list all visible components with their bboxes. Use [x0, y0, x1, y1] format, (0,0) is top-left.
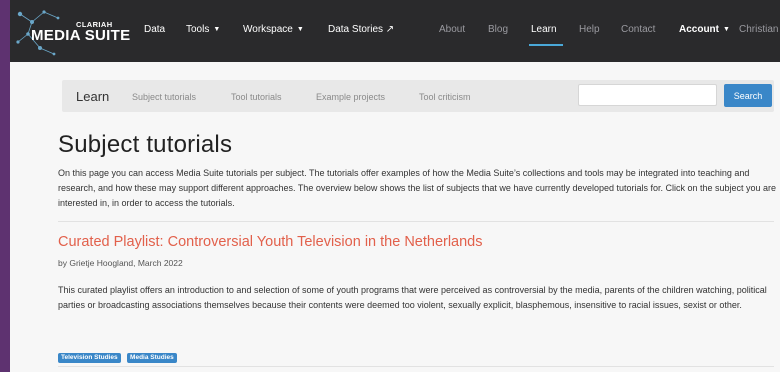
subnav-link-subject-tutorials[interactable]: Subject tutorials: [132, 92, 196, 102]
nav-item-label: Workspace: [243, 24, 293, 35]
search-button[interactable]: Search: [724, 84, 772, 107]
page-title: Subject tutorials: [58, 131, 233, 158]
logo-text-media-suite: MEDIA SUITE: [31, 27, 131, 44]
nav-item-about[interactable]: About: [439, 24, 465, 35]
divider: [58, 221, 774, 222]
caret-down-icon: ▼: [213, 26, 221, 33]
nav-item-label: Tools: [186, 24, 210, 35]
app-frame: CLARIAH MEDIA SUITE Data Tools ▼ Workspac…: [10, 0, 780, 372]
tutorial-tags: Television Studies Media Studies: [58, 346, 179, 363]
nav-item-label: Christian: [739, 24, 779, 35]
page-intro: On this page you can access Media Suite …: [58, 168, 777, 208]
nav-item-help[interactable]: Help: [579, 24, 600, 35]
nav-item-label: Contact: [621, 24, 656, 35]
nav-item-learn[interactable]: Learn: [531, 24, 557, 35]
nav-item-label: Help: [579, 24, 600, 35]
subnav-link-example-projects[interactable]: Example projects: [316, 92, 385, 102]
subnav-title: Learn: [76, 89, 110, 104]
tag-media-studies[interactable]: Media Studies: [127, 353, 177, 363]
caret-down-icon: ▼: [296, 26, 304, 33]
tutorial-description: This curated playlist offers an introduc…: [58, 285, 767, 310]
nav-item-label: About: [439, 24, 466, 35]
nav-item-data-stories[interactable]: Data Stories ↗: [328, 24, 394, 35]
divider: [58, 366, 774, 367]
nav-item-label: Data Stories ↗: [328, 24, 395, 35]
nav-item-contact[interactable]: Contact: [621, 24, 655, 35]
active-nav-underline: [529, 44, 563, 46]
media-suite-logo[interactable]: CLARIAH MEDIA SUITE: [10, 0, 138, 62]
subnav-link-tool-tutorials[interactable]: Tool tutorials: [231, 92, 282, 102]
nav-item-data[interactable]: Data: [144, 24, 165, 35]
tag-television-studies[interactable]: Television Studies: [58, 353, 121, 363]
learn-subnav: Learn Subject tutorials Tool tutorials E…: [62, 80, 774, 112]
nav-item-workspace[interactable]: Workspace ▼: [243, 24, 304, 35]
top-navbar: CLARIAH MEDIA SUITE Data Tools ▼ Workspac…: [10, 0, 780, 62]
caret-down-icon: ▼: [723, 26, 730, 33]
subnav-link-tool-criticism[interactable]: Tool criticism: [419, 92, 471, 102]
nav-item-label: Blog: [488, 24, 509, 35]
nav-item-label: Account: [679, 24, 719, 35]
tutorial-title-link[interactable]: Curated Playlist: Controversial Youth Te…: [58, 234, 483, 250]
search-input[interactable]: [578, 84, 717, 106]
nav-item-label: Learn: [531, 24, 557, 35]
nav-item-label: Data: [144, 24, 166, 35]
tutorial-byline: by Grietje Hoogland, March 2022: [58, 258, 183, 268]
nav-item-tools[interactable]: Tools ▼: [186, 24, 220, 35]
nav-item-blog[interactable]: Blog: [488, 24, 508, 35]
nav-item-account[interactable]: Account ▼: [679, 24, 730, 35]
nav-item-user[interactable]: Christian: [739, 24, 778, 35]
